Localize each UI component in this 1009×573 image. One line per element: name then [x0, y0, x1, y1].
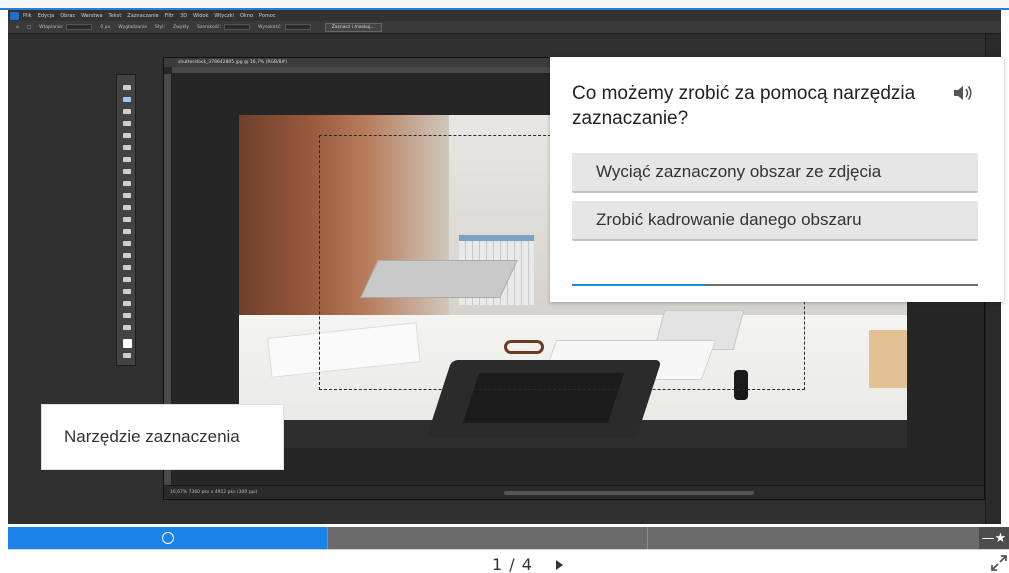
- photo-pencil-pot: [869, 330, 907, 388]
- quick-mask-icon: [123, 353, 131, 358]
- ps-feather-label: Wtapianie:: [39, 24, 64, 30]
- progress-marker-icon[interactable]: [162, 532, 174, 544]
- ps-height-label: Wysokość:: [258, 24, 282, 30]
- ps-menu-item: Zaznaczanie: [127, 12, 159, 19]
- top-strip: [0, 0, 1009, 8]
- slide-progress-bar[interactable]: —★: [8, 527, 1009, 549]
- home-icon: ⌂: [16, 24, 19, 30]
- stamp-tool-icon: [123, 193, 131, 198]
- ps-menu-item: Wtyczki: [214, 12, 234, 19]
- next-arrow-icon[interactable]: [556, 560, 563, 570]
- blur-tool-icon: [123, 241, 131, 246]
- move-tool-icon: [123, 85, 131, 90]
- ps-menu-item: Plik: [23, 12, 32, 19]
- quiz-answer-label: Zrobić kadrowanie danego obszaru: [596, 210, 862, 229]
- lasso-tool-icon: [123, 109, 131, 114]
- eyedropper-tool-icon: [123, 157, 131, 162]
- caption-text: Narzędzie zaznaczenia: [64, 427, 240, 446]
- quiz-question: Co możemy zrobić za pomocą narzędzia zaz…: [572, 83, 916, 129]
- ps-menu-item: Filtr: [164, 12, 175, 19]
- ps-menu-item: 3D: [180, 12, 188, 19]
- shape-tool-icon: [123, 301, 131, 306]
- ps-options-bar: ⌂ □ Wtapianie: 0 px Wygładzanie Styl: Zw…: [8, 21, 1001, 34]
- path-select-icon: [123, 289, 131, 294]
- progress-segment-divider: [647, 527, 648, 549]
- marquee-tool-icon: [123, 97, 131, 102]
- ps-menu-item: Widok: [193, 12, 209, 19]
- ps-feather-field: [66, 24, 93, 30]
- quiz-answer-label: Wyciąć zaznaczony obszar ze zdjęcia: [596, 162, 882, 181]
- quiz-answer-option[interactable]: Zrobić kadrowanie danego obszaru: [572, 201, 978, 241]
- fullscreen-icon[interactable]: [990, 554, 1008, 572]
- quiz-progress-fill: [572, 284, 706, 286]
- progress-segment-divider: [327, 527, 328, 549]
- ps-tools-panel: [116, 74, 136, 366]
- speaker-icon[interactable]: [952, 83, 974, 103]
- ps-width-field: [224, 24, 251, 30]
- type-tool-icon: [123, 277, 131, 282]
- ps-menu-item: Okno: [239, 12, 253, 19]
- foreground-color-icon: [123, 339, 132, 348]
- ps-width-label: Szerokość:: [197, 24, 222, 30]
- ps-logo-icon: [10, 11, 19, 20]
- quiz-card: Co możemy zrobić za pomocą narzędzia zaz…: [550, 57, 1004, 302]
- ps-antialias-label: Wygładzanie: [118, 24, 147, 30]
- hand-tool-icon: [123, 313, 131, 318]
- page-counter: 1 / 4: [492, 555, 533, 573]
- history-brush-icon: [123, 205, 131, 210]
- quiz-answer-option[interactable]: Wyciąć zaznaczony obszar ze zdjęcia: [572, 153, 978, 193]
- pen-tool-icon: [123, 265, 131, 270]
- dodge-tool-icon: [123, 253, 131, 258]
- ps-select-mask-button: Zaznacz i maskuj...: [324, 22, 382, 32]
- ps-style-label: Styl:: [154, 24, 166, 30]
- ps-style-value: Zwykły: [173, 24, 190, 30]
- star-icon[interactable]: —★: [979, 527, 1009, 549]
- ps-menu-item: Pomoc: [259, 12, 276, 19]
- bottom-divider: [8, 549, 1009, 550]
- frame-tool-icon: [123, 145, 131, 150]
- marquee-tool-icon: □: [26, 24, 32, 30]
- ps-menubar: Plik Edycja Obraz Warstwa Tekst Zaznacza…: [8, 10, 1001, 21]
- ps-menu-item: Obraz: [60, 12, 76, 19]
- healing-tool-icon: [123, 169, 131, 174]
- ps-menu-item: Tekst: [108, 12, 122, 19]
- brush-tool-icon: [123, 181, 131, 186]
- ps-scrollbar: [504, 491, 754, 495]
- ps-menu-item: Edycja: [37, 12, 55, 19]
- crop-tool-icon: [123, 133, 131, 138]
- ps-feather-value: 0 px: [100, 24, 111, 30]
- eraser-tool-icon: [123, 217, 131, 222]
- ps-menu-item: Warstwa: [81, 12, 103, 19]
- presentation-stage: Plik Edycja Obraz Warstwa Tekst Zaznacza…: [0, 0, 1009, 573]
- gradient-tool-icon: [123, 229, 131, 234]
- quiz-progress-bar: [572, 284, 978, 286]
- wand-tool-icon: [123, 121, 131, 126]
- slide-caption: Narzędzie zaznaczenia: [41, 404, 284, 470]
- ps-height-field: [284, 24, 311, 30]
- zoom-tool-icon: [123, 325, 131, 330]
